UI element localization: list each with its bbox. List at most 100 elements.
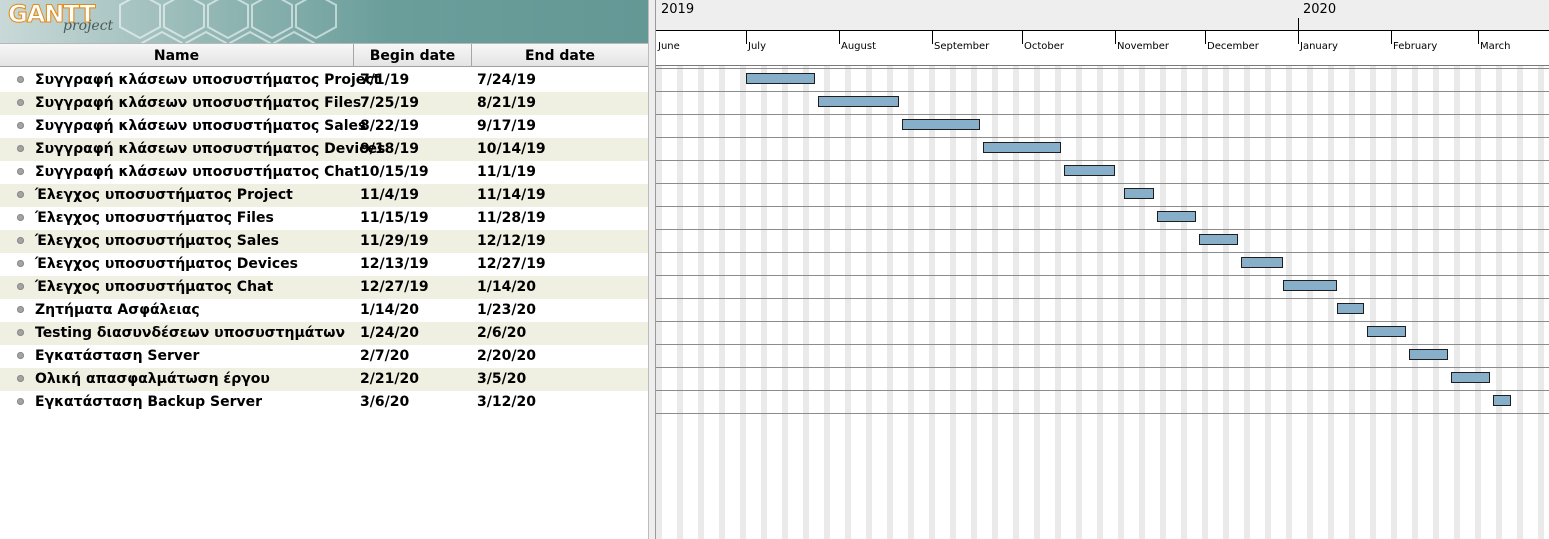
task-row[interactable]: Έλεγχος υποσυστήματος Chat 12/27/19 1/14… (0, 276, 648, 299)
row-gridline (656, 367, 1549, 368)
task-bullet-icon (17, 122, 24, 129)
task-bullet-icon (17, 375, 24, 382)
row-gridline (656, 298, 1549, 299)
task-end-date: 2/6/20 (477, 325, 527, 341)
row-gridline (656, 275, 1549, 276)
task-end-date: 3/5/20 (477, 371, 527, 387)
task-row[interactable]: Συγγραφή κλάσεων υποσυστήματος Project 7… (0, 69, 648, 92)
row-gridline (656, 390, 1549, 391)
task-name: Έλεγχος υποσυστήματος Project (35, 187, 293, 203)
task-bar[interactable] (1157, 211, 1196, 222)
task-begin-date: 8/22/19 (360, 118, 419, 134)
task-bullet-icon (17, 306, 24, 313)
task-row[interactable]: Testing διασυνδέσεων υποσυστημάτων 1/24/… (0, 322, 648, 345)
task-bar[interactable] (1451, 372, 1490, 383)
task-bullet-icon (17, 168, 24, 175)
year-label: 2019 (661, 2, 695, 17)
row-gridline (656, 206, 1549, 207)
task-row[interactable]: Ολική απασφαλμάτωση έργου 2/21/20 3/5/20 (0, 368, 648, 391)
task-bar[interactable] (902, 119, 980, 130)
task-bar[interactable] (1064, 165, 1115, 176)
task-row[interactable]: Συγγραφή κλάσεων υποσυστήματος Devices 9… (0, 138, 648, 161)
task-row[interactable]: Εγκατάσταση Server 2/7/20 2/20/20 (0, 345, 648, 368)
task-bar[interactable] (1199, 234, 1238, 245)
task-begin-date: 7/25/19 (360, 95, 419, 111)
task-bar[interactable] (1241, 257, 1283, 268)
year-label: 2020 (1303, 2, 1337, 17)
task-name: Έλεγχος υποσυστήματος Files (35, 210, 274, 226)
column-header-end-date[interactable]: End date (472, 44, 648, 67)
row-gridline (656, 413, 1549, 414)
task-begin-date: 11/4/19 (360, 187, 419, 203)
gantt-chart-panel[interactable]: 2019 2020 June July August September October No… (656, 0, 1549, 539)
table-header: Name Begin date End date (0, 43, 648, 67)
task-begin-date: 12/27/19 (360, 279, 429, 295)
year-tick (1298, 18, 1299, 31)
task-end-date: 9/17/19 (477, 118, 536, 134)
logo-subtext: project (63, 18, 114, 34)
task-bullet-icon (17, 99, 24, 106)
month-label: January (1300, 41, 1338, 52)
task-bar[interactable] (1124, 188, 1154, 199)
row-gridline (656, 321, 1549, 322)
task-bar[interactable] (1409, 349, 1448, 360)
row-gridline (656, 160, 1549, 161)
gantt-chart-body[interactable] (656, 66, 1549, 539)
row-gridline (656, 91, 1549, 92)
month-label: October (1024, 41, 1065, 52)
task-table-panel: GANTT project Name Begin date End date Σ… (0, 0, 648, 539)
task-begin-date: 12/13/19 (360, 256, 429, 272)
task-bullet-icon (17, 329, 24, 336)
month-tick (1205, 31, 1206, 44)
task-row[interactable]: Συγγραφή κλάσεων υποσυστήματος Files 7/2… (0, 92, 648, 115)
task-row[interactable]: Έλεγχος υποσυστήματος Files 11/15/19 11/… (0, 207, 648, 230)
column-header-begin-date[interactable]: Begin date (354, 44, 472, 67)
task-begin-date: 11/15/19 (360, 210, 429, 226)
task-end-date: 8/21/19 (477, 95, 536, 111)
task-name: Εγκατάσταση Backup Server (35, 394, 263, 410)
task-bullet-icon (17, 145, 24, 152)
task-name: Εγκατάσταση Server (35, 348, 200, 364)
month-label: July (748, 41, 766, 52)
task-bar[interactable] (1283, 280, 1337, 291)
month-tick (1115, 31, 1116, 44)
task-bullet-icon (17, 398, 24, 405)
task-end-date: 10/14/19 (477, 141, 546, 157)
panel-splitter[interactable] (648, 0, 656, 539)
month-label: November (1117, 41, 1170, 52)
month-tick (1391, 31, 1392, 44)
task-row[interactable]: Έλεγχος υποσυστήματος Sales 11/29/19 12/… (0, 230, 648, 253)
task-name: Έλεγχος υποσυστήματος Sales (35, 233, 279, 249)
month-tick (1022, 31, 1023, 44)
task-row[interactable]: Εγκατάσταση Backup Server 3/6/20 3/12/20 (0, 391, 648, 414)
task-bullet-icon (17, 260, 24, 267)
task-bullet-icon (17, 76, 24, 83)
year-band (656, 0, 1549, 31)
task-bar[interactable] (1493, 395, 1511, 406)
ganttproject-logo-banner: GANTT project (0, 0, 648, 43)
month-label: August (841, 41, 876, 52)
task-bullet-icon (17, 214, 24, 221)
task-bar[interactable] (983, 142, 1061, 153)
task-bar[interactable] (1337, 303, 1364, 314)
task-begin-date: 1/14/20 (360, 302, 419, 318)
task-begin-date: 7/1/19 (360, 72, 410, 88)
column-header-name[interactable]: Name (0, 44, 354, 67)
task-row[interactable]: Ζητήματα Ασφάλειας 1/14/20 1/23/20 (0, 299, 648, 322)
task-end-date: 1/14/20 (477, 279, 536, 295)
task-bar[interactable] (818, 96, 899, 107)
task-row[interactable]: Έλεγχος υποσυστήματος Devices 12/13/19 1… (0, 253, 648, 276)
task-name: Έλεγχος υποσυστήματος Devices (35, 256, 298, 272)
task-end-date: 7/24/19 (477, 72, 536, 88)
month-label: June (658, 41, 680, 52)
task-bar[interactable] (1367, 326, 1406, 337)
task-bar[interactable] (746, 73, 815, 84)
month-tick (932, 31, 933, 44)
task-begin-date: 10/15/19 (360, 164, 429, 180)
month-label: December (1207, 41, 1259, 52)
task-row[interactable]: Συγγραφή κλάσεων υποσυστήματος Chat 10/1… (0, 161, 648, 184)
month-label: September (934, 41, 990, 52)
task-end-date: 1/23/20 (477, 302, 536, 318)
task-row[interactable]: Συγγραφή κλάσεων υποσυστήματος Sales 8/2… (0, 115, 648, 138)
task-row[interactable]: Έλεγχος υποσυστήματος Project 11/4/19 11… (0, 184, 648, 207)
